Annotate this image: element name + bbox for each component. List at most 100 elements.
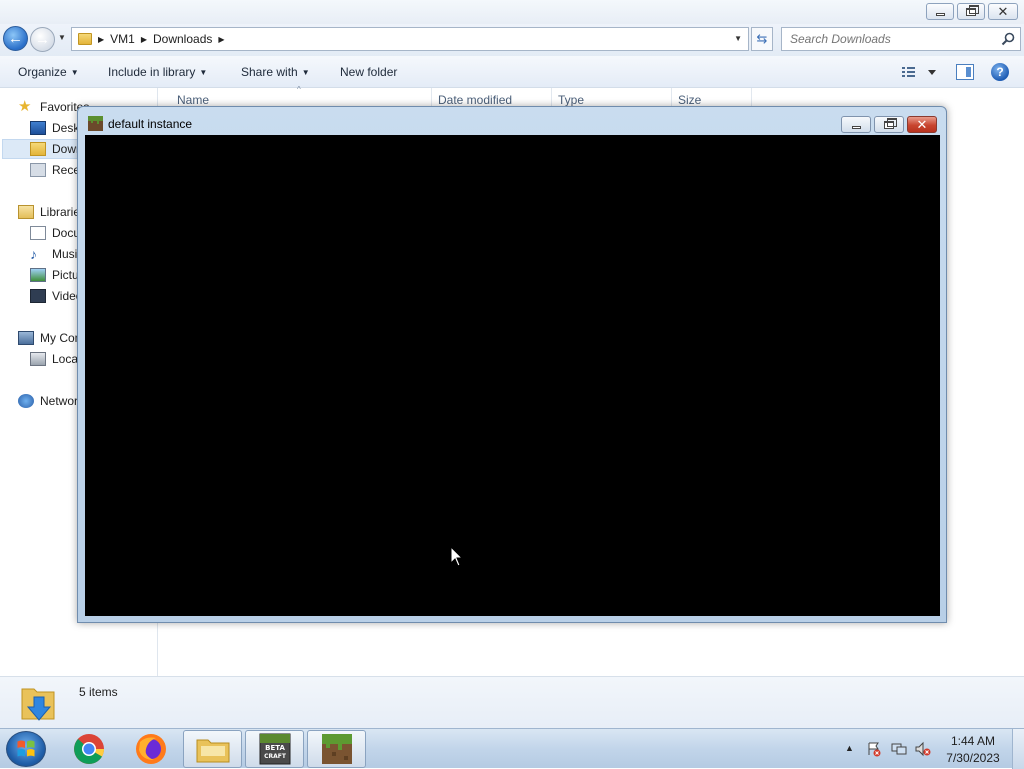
- game-window-title: default instance: [108, 117, 193, 131]
- svg-text:BETA: BETA: [265, 744, 285, 752]
- help-icon: ?: [996, 65, 1004, 79]
- betacraft-icon: BETA CRAFT: [259, 733, 290, 765]
- downloads-folder-icon: [30, 142, 46, 156]
- breadcrumb-vm1[interactable]: VM1: [110, 32, 135, 46]
- game-window[interactable]: default instance ✕: [77, 106, 947, 623]
- music-icon: ♪: [30, 246, 37, 262]
- star-icon: ★: [18, 98, 32, 115]
- minimize-icon: [851, 126, 861, 129]
- show-hidden-icons-button[interactable]: ▲: [845, 743, 854, 753]
- start-button[interactable]: [6, 731, 46, 767]
- change-view-button[interactable]: [900, 64, 940, 80]
- forward-button[interactable]: →: [30, 27, 55, 52]
- chrome-icon: [73, 734, 104, 764]
- minimize-icon: [935, 13, 945, 16]
- restore-button[interactable]: [957, 3, 985, 20]
- chevron-down-icon: [928, 70, 936, 75]
- help-button[interactable]: ?: [991, 63, 1009, 81]
- network-icon: [18, 394, 34, 408]
- search-icon[interactable]: [1000, 31, 1016, 47]
- show-desktop-button[interactable]: [1012, 729, 1024, 769]
- breadcrumb-arrow-icon[interactable]: ▶: [98, 35, 104, 44]
- share-with-label: Share with: [241, 65, 298, 79]
- view-list-icon: [902, 67, 915, 77]
- address-dropdown-icon[interactable]: ▼: [734, 34, 742, 43]
- breadcrumb-arrow-icon[interactable]: ▶: [141, 35, 147, 44]
- include-in-library-menu[interactable]: Include in library ▼: [108, 65, 207, 79]
- clock-time[interactable]: 1:44 AM: [930, 734, 1016, 748]
- documents-icon: [30, 226, 46, 240]
- back-arrow-icon: ←: [8, 30, 23, 47]
- chevron-down-icon: ▼: [199, 68, 208, 77]
- search-input[interactable]: [788, 31, 998, 47]
- computer-icon: [18, 331, 34, 345]
- command-bar: Organize ▼ Include in library ▼ Share with…: [0, 56, 1024, 88]
- column-name[interactable]: Name: [177, 93, 209, 107]
- close-icon: ✕: [997, 4, 1009, 19]
- chevron-down-icon: ▼: [301, 68, 310, 77]
- mouse-cursor-icon: [450, 546, 464, 567]
- libraries-icon: [18, 205, 34, 219]
- file-explorer-icon: [196, 739, 229, 763]
- new-folder-button[interactable]: New folder: [340, 65, 397, 79]
- preview-pane-button[interactable]: [956, 64, 974, 80]
- organize-label: Organize: [18, 65, 67, 79]
- taskbar-minecraft[interactable]: [307, 730, 366, 768]
- nav-music[interactable]: ♪ Music: [30, 244, 83, 264]
- chevron-down-icon: ▼: [70, 68, 79, 77]
- navigation-bar: ← → ▼ ▶ VM1 ▶ Downloads ▶ ▼ ⇆: [0, 24, 1024, 56]
- sort-ascending-icon: ^: [297, 85, 301, 94]
- pictures-icon: [30, 268, 46, 282]
- include-in-library-label: Include in library: [108, 65, 196, 79]
- firefox-icon: [135, 734, 166, 764]
- game-canvas[interactable]: [85, 135, 940, 616]
- new-folder-label: New folder: [340, 65, 398, 79]
- back-button[interactable]: ←: [3, 26, 28, 51]
- taskbar-betacraft[interactable]: BETA CRAFT: [245, 730, 304, 768]
- taskbar-chrome[interactable]: [59, 730, 118, 768]
- taskbar: BETA CRAFT ▲ 1:44 AM 7/30/2023: [0, 728, 1024, 769]
- column-date-modified[interactable]: Date modified: [438, 93, 512, 107]
- volume-muted-icon[interactable]: [915, 741, 931, 757]
- close-icon: ✕: [916, 117, 928, 132]
- desktop-icon: [30, 121, 46, 135]
- breadcrumb-arrow-icon[interactable]: ▶: [218, 35, 224, 44]
- game-close-button[interactable]: ✕: [907, 116, 937, 133]
- taskbar-file-explorer[interactable]: [183, 730, 242, 768]
- svg-text:CRAFT: CRAFT: [264, 753, 287, 760]
- action-center-icon[interactable]: [866, 741, 882, 757]
- share-with-menu[interactable]: Share with ▼: [241, 65, 310, 79]
- close-button[interactable]: ✕: [988, 3, 1018, 20]
- taskbar-firefox[interactable]: [121, 730, 180, 768]
- game-minimize-button[interactable]: [841, 116, 871, 133]
- network-status-icon[interactable]: [891, 741, 907, 757]
- organize-menu[interactable]: Organize ▼: [18, 65, 79, 79]
- clock-date[interactable]: 7/30/2023: [930, 751, 1016, 765]
- history-dropdown-icon[interactable]: ▼: [58, 33, 68, 45]
- recent-places-icon: [30, 163, 46, 177]
- refresh-icon: ⇆: [756, 31, 768, 46]
- game-maximize-button[interactable]: [874, 116, 904, 133]
- details-pane: 5 items: [0, 676, 1024, 728]
- breadcrumb-downloads[interactable]: Downloads: [153, 32, 212, 46]
- downloads-folder-icon: [21, 688, 55, 721]
- address-bar[interactable]: ▶ VM1 ▶ Downloads ▶ ▼: [71, 27, 749, 51]
- column-size[interactable]: Size: [678, 93, 701, 107]
- nav-libraries[interactable]: Libraries: [18, 202, 86, 222]
- restore-icon: [966, 4, 979, 16]
- windows-logo-icon: [17, 740, 35, 757]
- refresh-button[interactable]: ⇆: [751, 27, 773, 51]
- forward-arrow-icon: →: [35, 31, 50, 48]
- minecraft-icon: [321, 734, 352, 764]
- local-disk-icon: [30, 352, 46, 366]
- grass-block-icon: [88, 116, 103, 131]
- folder-icon: [78, 33, 92, 45]
- search-box[interactable]: [781, 27, 1021, 51]
- maximize-icon: [884, 117, 897, 129]
- videos-icon: [30, 289, 46, 303]
- nav-network[interactable]: Network: [18, 391, 84, 411]
- item-count: 5 items: [79, 685, 118, 699]
- column-type[interactable]: Type: [558, 93, 584, 107]
- minimize-button[interactable]: [926, 3, 954, 20]
- explorer-titlebar[interactable]: ✕: [0, 0, 1024, 24]
